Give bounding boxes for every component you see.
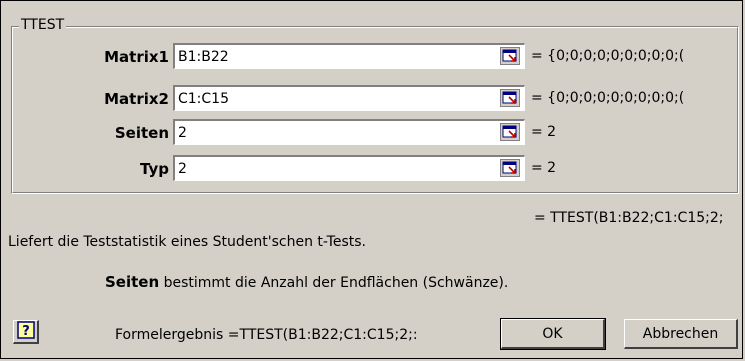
matrix2-result: = {0;0;0;0;0;0;0;0;0;( (531, 90, 685, 106)
range-select-icon[interactable] (500, 123, 520, 141)
function-description: Liefert die Teststatistik eines Student'… (8, 234, 366, 250)
function-arguments-dialog: TTEST Matrix1 = {0;0;0;0;0;0;0;0;0;( Mat… (0, 0, 743, 359)
typ-label: Typ (140, 160, 169, 178)
typ-field[interactable] (173, 155, 525, 181)
argument-description-name: Seiten (105, 273, 160, 291)
matrix2-label: Matrix2 (104, 90, 169, 108)
range-select-icon[interactable] (500, 89, 520, 107)
matrix1-result: = {0;0;0;0;0;0;0;0;0;( (531, 48, 685, 64)
matrix1-field[interactable] (173, 43, 525, 69)
typ-result: = 2 (531, 160, 557, 176)
matrix2-field[interactable] (173, 85, 525, 111)
matrix2-input[interactable] (178, 90, 488, 108)
seiten-input[interactable] (178, 124, 488, 142)
group-title: TTEST (19, 17, 67, 33)
svg-text:?: ? (22, 324, 30, 339)
cancel-button[interactable]: Abbrechen (624, 319, 738, 349)
formula-result-label: Formelergebnis =TTEST(B1:B22;C1:C15;2;: (115, 327, 418, 343)
range-select-icon[interactable] (500, 47, 520, 65)
argument-description: Seiten bestimmt die Anzahl der Endfläche… (105, 273, 508, 291)
help-icon: ? (16, 320, 35, 343)
range-select-icon[interactable] (500, 159, 520, 177)
seiten-result: = 2 (531, 124, 557, 140)
argument-description-text: bestimmt die Anzahl der Endflächen (Schw… (163, 275, 509, 291)
seiten-field[interactable] (173, 119, 525, 145)
formula-result-preview: = TTEST(B1:B22;C1:C15;2; (534, 210, 724, 226)
seiten-label: Seiten (114, 124, 169, 142)
typ-input[interactable] (178, 160, 488, 178)
matrix1-input[interactable] (178, 48, 488, 66)
help-button[interactable]: ? (13, 320, 39, 344)
matrix1-label: Matrix1 (104, 48, 169, 66)
ok-button[interactable]: OK (500, 318, 606, 350)
